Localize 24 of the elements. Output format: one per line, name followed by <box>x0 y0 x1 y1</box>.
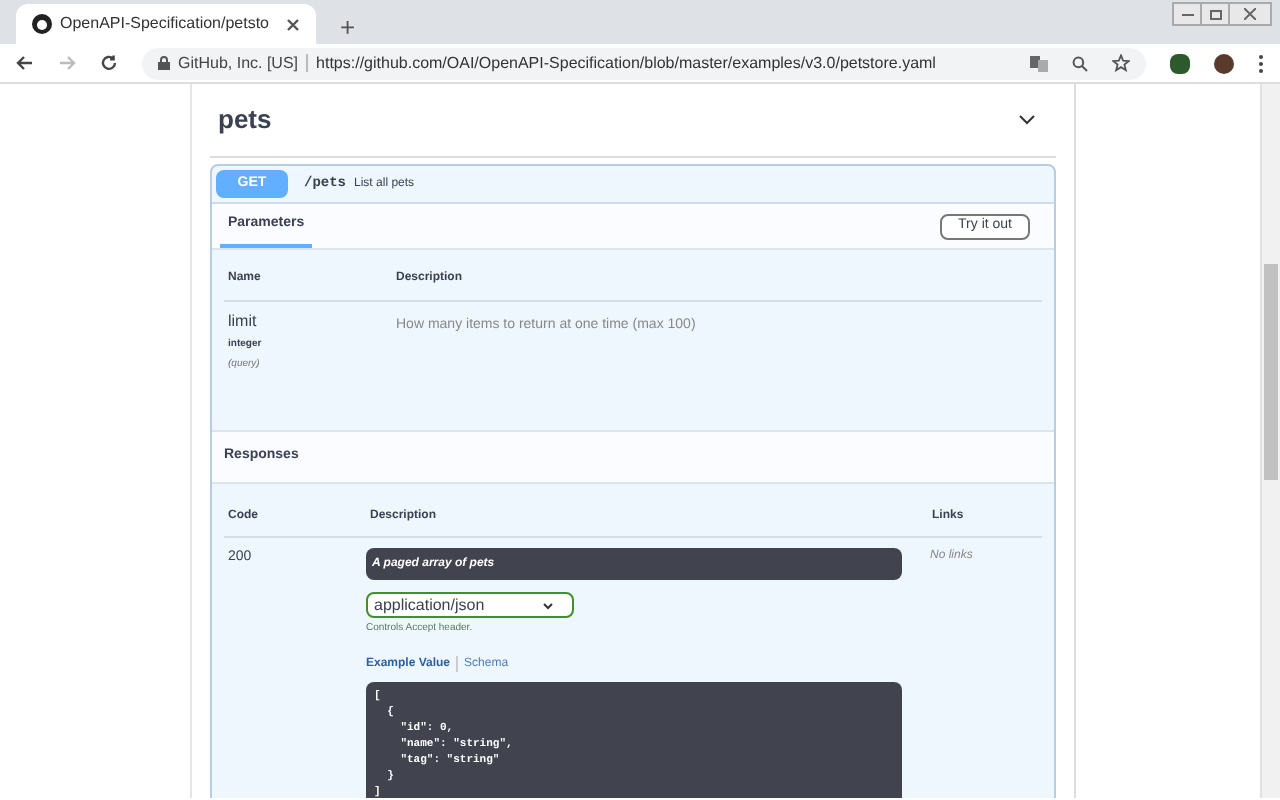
avatar-icon[interactable] <box>1214 53 1234 73</box>
star-icon[interactable] <box>1112 54 1130 72</box>
translate-icon[interactable] <box>1030 55 1048 71</box>
url-text: https://github.com/OAI/OpenAPI-Specification/blob/master/examples/v3.0/petstore.yaml <box>316 51 938 75</box>
reload-icon[interactable] <box>100 54 118 72</box>
address-bar[interactable]: GitHub, Inc. [US] https://github.com/OAI/OpenAPI-Specification/blob/master/examples/v3.0/petstore.yaml <box>142 47 1146 79</box>
parameter-name: limit <box>228 310 259 334</box>
back-icon[interactable] <box>16 54 34 72</box>
section-title: pets <box>218 102 272 139</box>
caret-icon <box>542 601 554 609</box>
media-type-select[interactable]: application/json <box>366 592 574 618</box>
lock-icon <box>158 56 170 70</box>
site-identity: GitHub, Inc. [US] <box>178 51 299 75</box>
menu-icon[interactable] <box>1258 53 1264 73</box>
close-icon[interactable] <box>286 17 300 31</box>
github-icon <box>32 14 52 34</box>
close-icon <box>1244 8 1256 20</box>
chevron-icon[interactable] <box>1018 114 1036 126</box>
scrollbar[interactable] <box>1260 84 1280 798</box>
extension-icon[interactable] <box>1170 53 1190 73</box>
zoom-icon[interactable] <box>1072 55 1088 71</box>
tab-title: OpenAPI-Specification/petsto <box>60 12 272 36</box>
new-tab-button[interactable]: + <box>340 14 356 40</box>
browser-tab[interactable]: OpenAPI-Specification/petsto <box>16 4 316 44</box>
